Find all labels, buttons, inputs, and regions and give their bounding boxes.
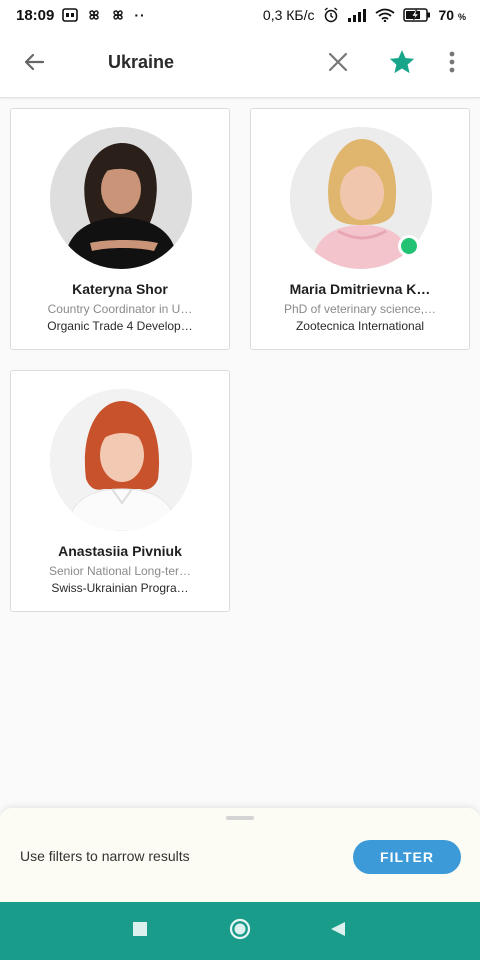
favorite-button[interactable] (386, 48, 418, 80)
system-navigation-bar (0, 902, 480, 960)
square-recents-icon (132, 921, 148, 942)
person-name: Maria Dmitrievna K… (289, 281, 431, 297)
arrow-left-icon (22, 50, 46, 79)
more-options-button[interactable] (440, 50, 464, 78)
person-role: Senior National Long-ter… (48, 564, 192, 578)
alarm-icon (323, 7, 339, 23)
network-speed: 0,3 КБ/с (262, 7, 315, 23)
close-icon (327, 51, 349, 78)
screen-record-icon (62, 8, 79, 22)
wifi-icon (374, 8, 395, 22)
circle-home-icon (228, 917, 252, 946)
home-button[interactable] (227, 918, 253, 944)
person-organization: Zootecnica International (295, 319, 425, 333)
page-title: Ukraine (108, 52, 175, 72)
signal-icon (347, 8, 367, 22)
person-name: Anastasiia Pivniuk (58, 543, 182, 559)
person-organization: Organic Trade 4 Develop… (47, 319, 193, 333)
person-card[interactable]: Maria Dmitrievna K… PhD of veterinary sc… (250, 108, 470, 350)
star-icon (388, 48, 416, 81)
more-vertical-icon (449, 51, 455, 78)
battery-charging-icon (402, 7, 431, 23)
filter-hint-text: Use filters to narrow results (20, 848, 190, 864)
system-back-button[interactable] (325, 918, 351, 944)
person-organization: Swiss-Ukrainian Progra… (51, 581, 189, 595)
pinwheel-icon (86, 7, 102, 23)
battery-percent: 70 % (438, 7, 466, 23)
more-notifications-icon: ·· (134, 7, 146, 23)
person-card[interactable]: Anastasiia Pivniuk Senior National Long-… (10, 370, 230, 612)
status-bar: 18:09 ·· 0,3 КБ/с 70 % (0, 0, 480, 30)
sheet-drag-handle[interactable] (226, 816, 254, 820)
avatar (50, 127, 192, 269)
person-role: PhD of veterinary science,… (283, 302, 437, 316)
status-time: 18:09 (16, 6, 55, 24)
app-bar: Ukraine (0, 30, 480, 98)
triangle-back-icon (329, 920, 347, 943)
filter-bottom-sheet: Use filters to narrow results FILTER (0, 808, 480, 902)
back-button[interactable] (20, 50, 48, 78)
online-status-indicator (398, 235, 420, 257)
clear-search-button[interactable] (324, 50, 352, 78)
person-name: Kateryna Shor (72, 281, 168, 297)
pinwheel-icon (110, 7, 126, 23)
person-card[interactable]: Kateryna Shor Country Coordinator in U… … (10, 108, 230, 350)
recents-button[interactable] (127, 918, 153, 944)
person-role: Country Coordinator in U… (47, 302, 193, 316)
avatar (50, 389, 192, 531)
filter-button[interactable]: FILTER (353, 840, 461, 874)
